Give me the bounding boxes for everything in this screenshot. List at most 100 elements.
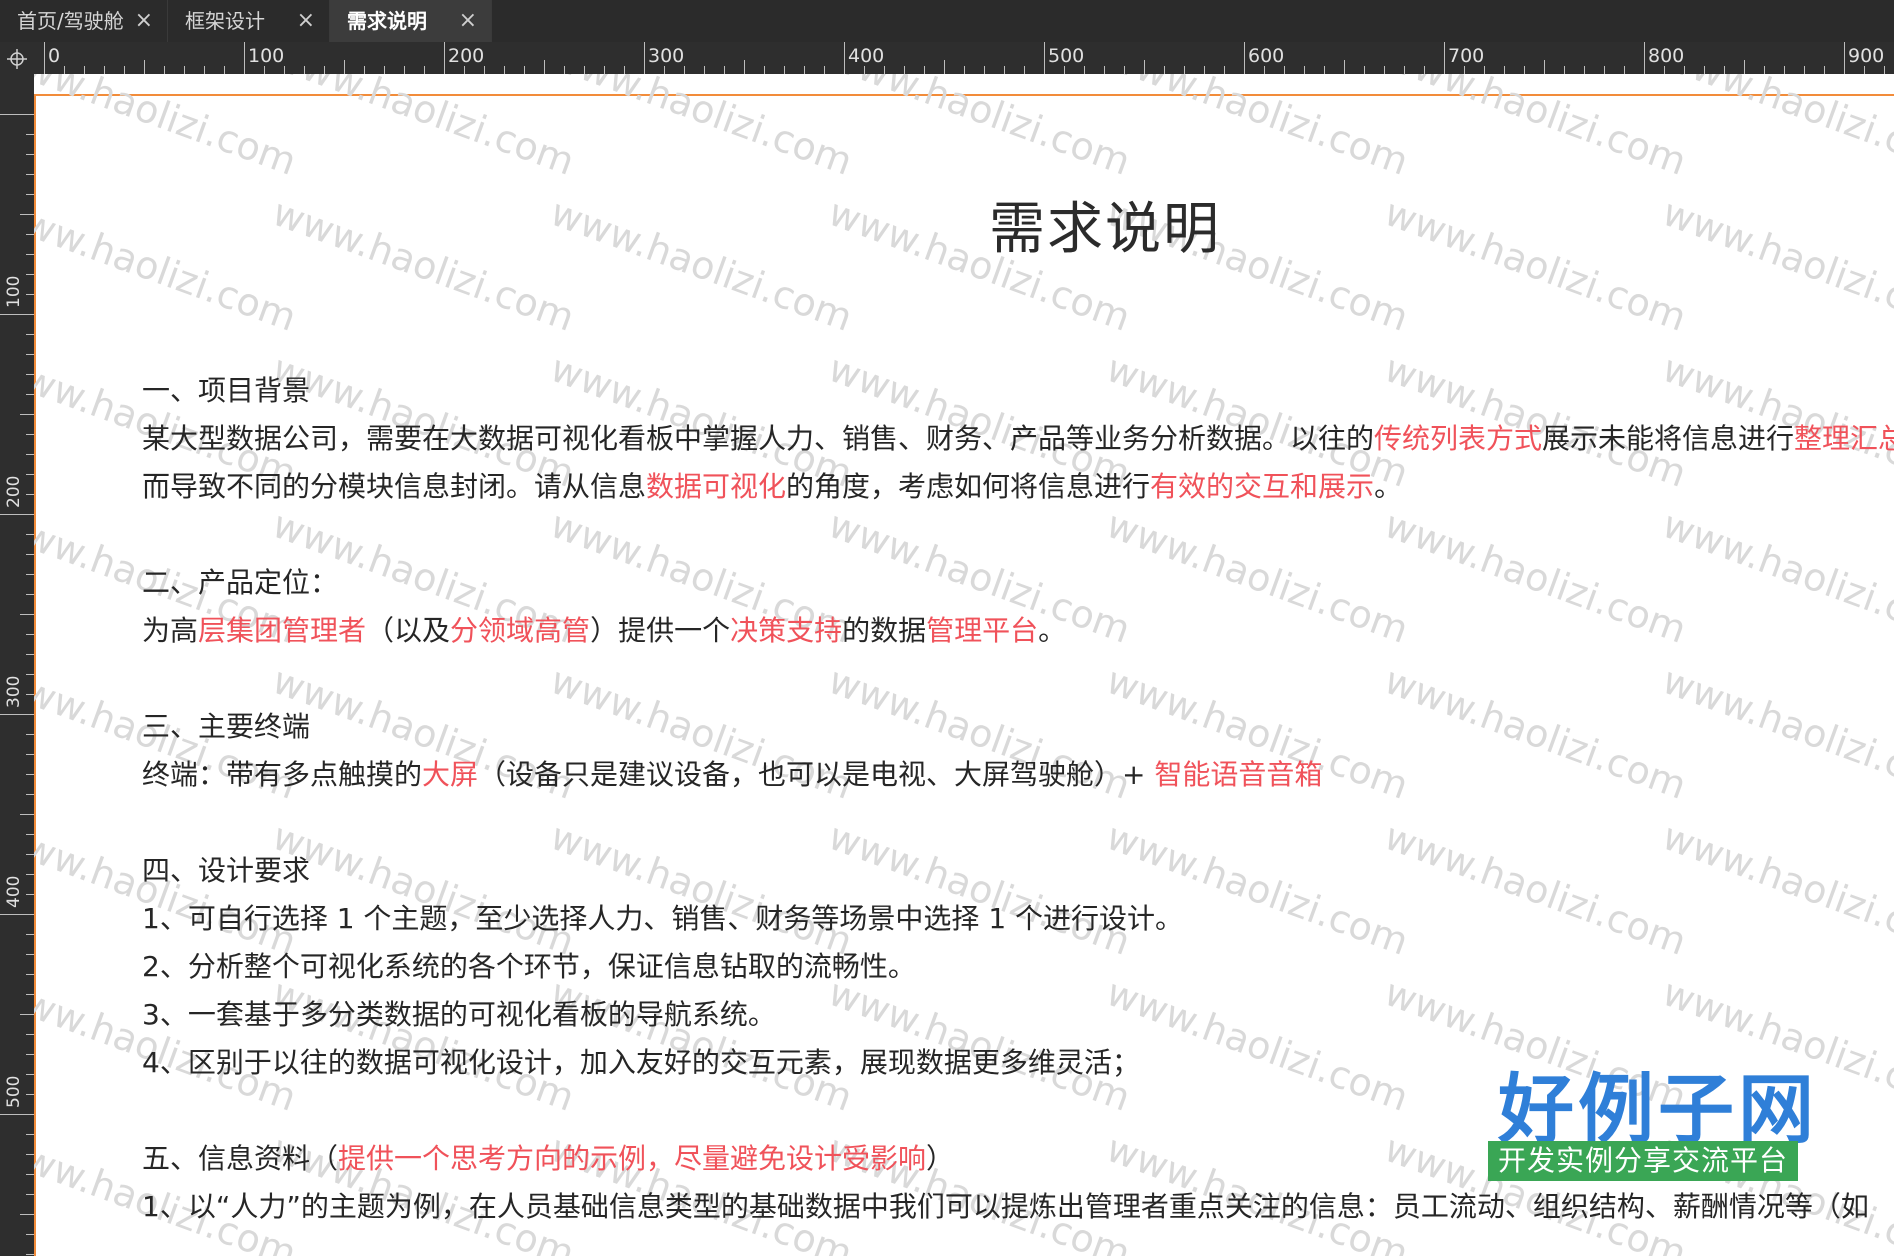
highlight-text: 传统列表方式 <box>1374 422 1543 455</box>
watermark-text: www.haolizi.com <box>266 190 581 340</box>
ruler-tick <box>804 66 805 74</box>
list-item: 2、分析整个可视化系统的各个环节，保证信息钻取的流畅性。 <box>142 950 916 983</box>
ruler-tick <box>1784 66 1785 74</box>
ruler-tick <box>1804 66 1805 74</box>
ruler-tick <box>884 66 885 74</box>
close-icon[interactable]: × <box>297 0 315 42</box>
ruler-tick <box>26 1194 34 1195</box>
ruler-tick <box>26 994 34 995</box>
ruler-label: 300 <box>4 675 24 708</box>
ruler-tick <box>1304 66 1305 74</box>
ruler-tick <box>444 42 445 74</box>
ruler-tick <box>164 66 165 74</box>
ruler-tick <box>1524 66 1525 74</box>
ruler-tick <box>26 1074 34 1075</box>
paragraph-line: 某大型数据公司，需要在大数据可视化看板中掌握人力、销售、财务、产品等业务分析数据… <box>142 417 1894 457</box>
ruler-tick <box>424 66 425 74</box>
ruler-label: 500 <box>4 1075 24 1108</box>
ruler-tick <box>26 534 34 535</box>
section-heading-design: 四、设计要求 <box>142 854 311 887</box>
ruler-tick <box>20 814 34 815</box>
section-heading-info: 五、信息资料（提供一个思考方向的示例，尽量避免设计受影响） <box>142 1137 954 1177</box>
ruler-tick <box>20 614 34 615</box>
watermark-text: www.haolizi.com <box>1100 502 1415 652</box>
ruler-tick <box>26 1154 34 1155</box>
ruler-tick <box>764 66 765 74</box>
ruler-tick <box>26 1094 34 1095</box>
ruler-tick <box>1204 66 1205 74</box>
text-span: （以及 <box>366 614 451 647</box>
watermark-text: www.haolizi.com <box>1378 502 1693 652</box>
text-span: （设备只是建议设备，也可以是电视、大屏驾驶舱）+ <box>478 758 1155 791</box>
ruler-label: 200 <box>4 475 24 508</box>
highlight-text: 大屏 <box>422 758 479 791</box>
ruler-tick <box>1424 66 1425 74</box>
paragraph-line: 而导致不同的分模块信息封闭。请从信息数据可视化的角度，考虑如何将信息进行有效的交… <box>142 465 1402 505</box>
ruler-tick <box>26 274 34 275</box>
ruler-tick <box>26 854 34 855</box>
ruler-corner[interactable] <box>0 42 34 74</box>
ruler-tick <box>0 314 34 315</box>
watermark-text: www.haolizi.com <box>544 814 859 964</box>
ruler-tick <box>1724 66 1725 74</box>
ruler-tick <box>26 1134 34 1135</box>
ruler-label: 300 <box>648 45 685 67</box>
watermark-text: www.haolizi.com <box>1656 658 1894 808</box>
ruler-tick <box>1624 66 1625 74</box>
ruler-label: 700 <box>1448 45 1485 67</box>
ruler-tick <box>644 42 645 74</box>
horizontal-ruler[interactable]: 0 100 200 300 400 500 600 700 800 900 <box>0 42 1894 74</box>
paragraph-line: 终端：带有多点触摸的大屏（设备只是建议设备，也可以是电视、大屏驾驶舱）+ 智能语… <box>142 753 1322 793</box>
ruler-tick <box>26 954 34 955</box>
text-span: 。 <box>1038 614 1067 647</box>
ruler-label: 400 <box>4 875 24 908</box>
close-icon[interactable]: × <box>135 0 153 42</box>
ruler-tick <box>26 374 34 375</box>
ruler-label: 500 <box>1048 45 1085 67</box>
ruler-tick <box>26 1234 34 1235</box>
section-heading-positioning: 二、产品定位： <box>142 566 339 599</box>
text-span: 终端：带有多点触摸的 <box>142 758 423 791</box>
ruler-tick <box>1844 42 1845 74</box>
ruler-label: 100 <box>248 45 285 67</box>
text-span: 的角度，考虑如何将信息进行 <box>786 470 1151 503</box>
ruler-tick <box>1044 42 1045 74</box>
ruler-tick <box>1184 66 1185 74</box>
tab-framework-design[interactable]: 框架设计 × <box>168 0 330 42</box>
text-span: ） <box>926 1142 955 1175</box>
close-icon[interactable]: × <box>459 0 477 42</box>
highlight-text: 管理平台 <box>926 614 1039 647</box>
ruler-label: 0 <box>48 45 61 67</box>
ruler-tick <box>84 66 85 74</box>
ruler-tick <box>1644 42 1645 74</box>
ruler-tick <box>1064 66 1065 74</box>
ruler-tick <box>1484 66 1485 74</box>
highlight-text: 有效的交互和展示 <box>1150 470 1375 503</box>
ruler-tick <box>26 1034 34 1035</box>
watermark-text: www.haolizi.com <box>1100 74 1415 184</box>
watermark-text: www.haolizi.com <box>1378 74 1693 184</box>
ruler-tick <box>26 234 34 235</box>
text-span: 五、信息资料（ <box>142 1142 339 1175</box>
watermark-text: www.haolizi.com <box>1656 74 1894 184</box>
ruler-tick <box>744 60 745 74</box>
ruler-tick <box>26 754 34 755</box>
ruler-tick <box>1744 60 1745 74</box>
ruler-tick <box>1024 66 1025 74</box>
ruler-tick <box>204 66 205 74</box>
ruler-tick <box>1824 66 1825 74</box>
tab-home-cockpit[interactable]: 首页/驾驶舱 × <box>0 0 168 42</box>
ruler-tick <box>324 66 325 74</box>
ruler-tick <box>1564 66 1565 74</box>
ruler-tick <box>584 66 585 74</box>
ruler-tick <box>20 414 34 415</box>
vertical-ruler[interactable]: 100200300400500600 <box>0 74 34 1256</box>
ruler-tick <box>124 66 125 74</box>
site-logo: 好例子网 开发实例分享交流平台 <box>1488 1048 1833 1198</box>
tab-requirements[interactable]: 需求说明 × <box>330 0 492 42</box>
page-title: 需求说明 <box>989 197 1221 262</box>
ruler-tick <box>26 654 34 655</box>
ruler-tick <box>364 66 365 74</box>
ruler-tick <box>1604 66 1605 74</box>
ruler-tick <box>26 1174 34 1175</box>
